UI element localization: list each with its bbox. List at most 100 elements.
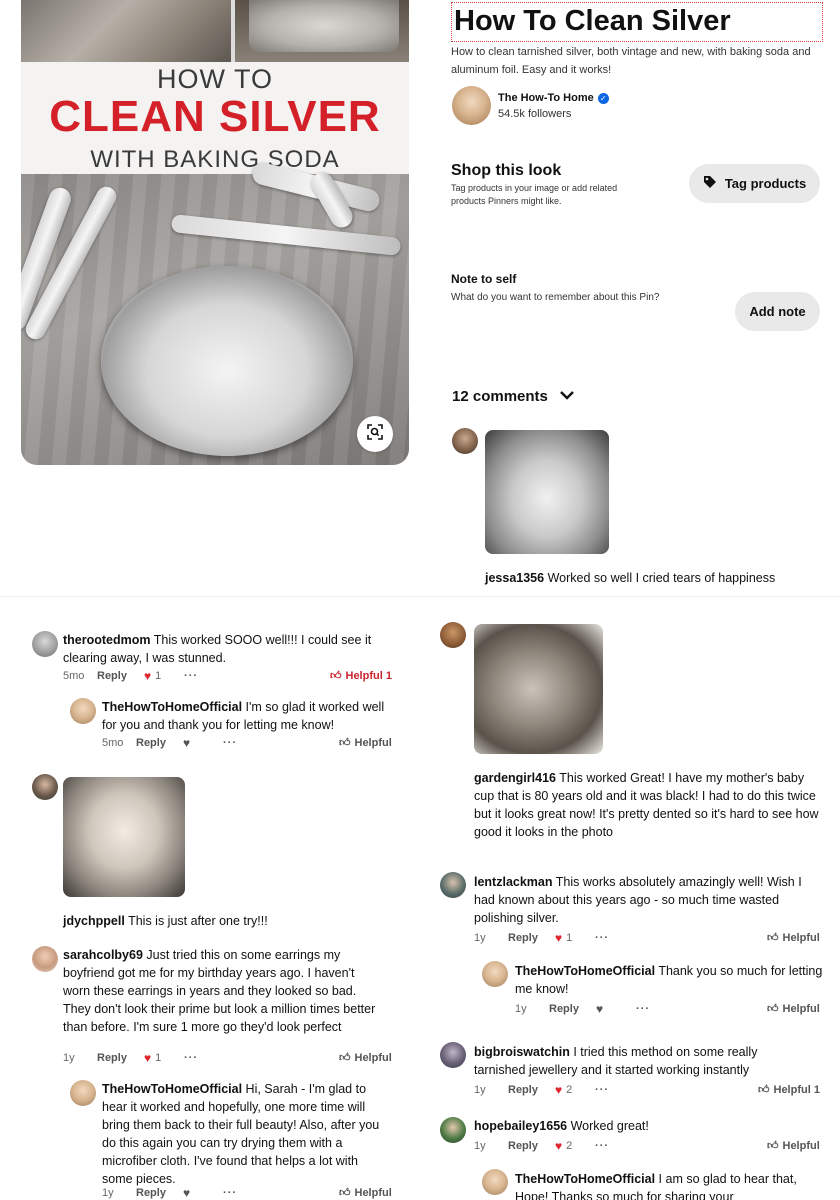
like-button[interactable]: ♥ 2: [555, 1139, 595, 1153]
comment-timestamp: 5mo: [63, 670, 85, 682]
helpful-button[interactable]: 👍︎ Helpful: [767, 931, 820, 945]
avatar-thehowtohomeofficial[interactable]: [482, 961, 508, 987]
like-button[interactable]: ♥: [183, 1186, 223, 1200]
more-options-button[interactable]: ···: [184, 1052, 198, 1064]
reply-button[interactable]: Reply: [136, 737, 183, 749]
chevron-down-icon: [560, 388, 574, 405]
thumbs-up-icon: 👍︎: [339, 1052, 351, 1064]
heart-icon: ♥: [183, 1186, 191, 1200]
pin-description: How to clean tarnished silver, both vint…: [451, 46, 811, 76]
more-options-button[interactable]: ···: [595, 1140, 609, 1152]
creator-name[interactable]: The How-To Home: [498, 92, 594, 104]
reply-actions: 5mo Reply ♥ ···: [102, 736, 237, 750]
thumbs-up-icon: 👍︎: [767, 932, 779, 944]
add-note-button[interactable]: Add note: [735, 292, 820, 331]
comment-bigbroiswatchin: bigbroiswatchin I tried this method on s…: [474, 1043, 804, 1079]
creator-avatar[interactable]: [452, 86, 491, 125]
comment-photo-silver-bracelet[interactable]: [63, 777, 185, 897]
avatar-bigbroiswatchin[interactable]: [440, 1042, 466, 1068]
more-options-button[interactable]: ···: [595, 1084, 609, 1096]
comment-lentzlackman: lentzlackman This works absolutely amazi…: [474, 873, 814, 927]
like-button[interactable]: ♥ 1: [144, 1051, 184, 1065]
comments-count: 12 comments: [452, 388, 548, 405]
reply-button[interactable]: Reply: [508, 932, 555, 944]
helpful-button[interactable]: 👍︎ Helpful: [339, 736, 392, 750]
reply-button[interactable]: Reply: [549, 1003, 596, 1015]
comment-actions-therootedmom: 5mo Reply ♥ 1 ···: [63, 669, 198, 683]
comment-username[interactable]: jdychppell: [63, 914, 125, 928]
reply-button[interactable]: Reply: [136, 1187, 183, 1199]
helpful-label: Helpful: [782, 931, 820, 944]
comment-username[interactable]: hopebailey1656: [474, 1119, 567, 1133]
more-options-button[interactable]: ···: [636, 1003, 650, 1015]
avatar-thehowtohomeofficial[interactable]: [70, 1080, 96, 1106]
avatar-sarahcolby69[interactable]: [32, 946, 58, 972]
pin-title[interactable]: How To Clean Silver: [451, 2, 823, 42]
like-button[interactable]: ♥: [183, 736, 223, 750]
comment-username[interactable]: TheHowToHomeOfficial: [102, 700, 242, 714]
helpful-button[interactable]: 👍︎ Helpful: [339, 1051, 392, 1065]
avatar-thehowtohomeofficial[interactable]: [70, 698, 96, 724]
visual-search-button[interactable]: [357, 416, 393, 452]
comments-toggle[interactable]: 12 comments: [452, 388, 574, 405]
comment-username[interactable]: TheHowToHomeOfficial: [515, 1172, 655, 1186]
like-button[interactable]: ♥ 1: [144, 669, 184, 683]
more-options-button[interactable]: ···: [223, 737, 237, 749]
tag-products-button[interactable]: Tag products: [689, 164, 820, 203]
comment-username[interactable]: TheHowToHomeOfficial: [515, 964, 655, 978]
image-title-baking-soda: WITH BAKING SODA: [90, 146, 340, 173]
section-divider: [0, 596, 840, 597]
comment-jdychppell: jdychppell This is just after one try!!!: [63, 912, 393, 930]
heart-icon: ♥: [555, 931, 563, 945]
helpful-button[interactable]: 👍︎ Helpful 1: [330, 669, 392, 683]
follower-count: 54.5k followers: [498, 108, 572, 120]
helpful-label: Helpful: [782, 1002, 820, 1015]
avatar-gardengirl416[interactable]: [440, 622, 466, 648]
more-options-button[interactable]: ···: [223, 1187, 237, 1199]
comment-username[interactable]: jessa1356: [485, 571, 544, 585]
heart-icon: ♥: [555, 1139, 563, 1153]
helpful-button[interactable]: 👍︎ Helpful: [767, 1002, 820, 1016]
thumbs-up-icon: 👍︎: [758, 1084, 770, 1096]
pin-image[interactable]: HOW TO CLEAN SILVER WITH BAKING SODA: [21, 0, 409, 465]
helpful-button[interactable]: 👍︎ Helpful 1: [758, 1083, 820, 1097]
reply-actions: 1y Reply ♥ ···: [102, 1186, 237, 1200]
reply-button[interactable]: Reply: [508, 1084, 555, 1096]
reply-button[interactable]: Reply: [508, 1140, 555, 1152]
avatar-hopebailey1656[interactable]: [440, 1117, 466, 1143]
comment-photo-silver-cup[interactable]: [474, 624, 603, 754]
heart-icon: ♥: [596, 1002, 604, 1016]
helpful-button[interactable]: 👍︎ Helpful: [767, 1139, 820, 1153]
verified-badge-icon: ✓: [597, 92, 609, 104]
comment-jessa1356: jessa1356 Worked so well I cried tears o…: [485, 569, 825, 587]
reply-button[interactable]: Reply: [97, 670, 144, 682]
more-options-button[interactable]: ···: [595, 932, 609, 944]
like-button[interactable]: ♥ 2: [555, 1083, 595, 1097]
avatar-jdychppell[interactable]: [32, 774, 58, 800]
comment-timestamp: 5mo: [102, 737, 124, 749]
comment-username[interactable]: sarahcolby69: [63, 948, 143, 962]
more-options-button[interactable]: ···: [184, 670, 198, 682]
helpful-button[interactable]: 👍︎ Helpful: [339, 1186, 392, 1200]
avatar-therootedmom[interactable]: [32, 631, 58, 657]
comment-photo-foil-bowl[interactable]: [485, 430, 609, 554]
avatar-jessa1356[interactable]: [452, 428, 478, 454]
comment-timestamp: 1y: [102, 1187, 114, 1199]
comment-username[interactable]: therootedmom: [63, 633, 151, 647]
creator-name-row[interactable]: The How-To Home ✓: [498, 92, 609, 104]
comment-username[interactable]: TheHowToHomeOfficial: [102, 1082, 242, 1096]
avatar-thehowtohomeofficial[interactable]: [482, 1169, 508, 1195]
comment-username[interactable]: lentzlackman: [474, 875, 553, 889]
silverware-photo-top-left: [21, 0, 231, 62]
reply-thehowtohomeofficial: TheHowToHomeOfficial I'm so glad it work…: [102, 698, 387, 734]
comment-username[interactable]: bigbroiswatchin: [474, 1045, 570, 1059]
helpful-label: Helpful: [354, 1186, 392, 1199]
like-button[interactable]: ♥: [596, 1002, 636, 1016]
helpful-label: Helpful 1: [345, 669, 392, 682]
reply-button[interactable]: Reply: [97, 1052, 144, 1064]
visual-search-icon: [366, 423, 384, 446]
comment-sarahcolby69: sarahcolby69 Just tried this on some ear…: [63, 946, 378, 1036]
comment-username[interactable]: gardengirl416: [474, 771, 556, 785]
like-button[interactable]: ♥ 1: [555, 931, 595, 945]
avatar-lentzlackman[interactable]: [440, 872, 466, 898]
